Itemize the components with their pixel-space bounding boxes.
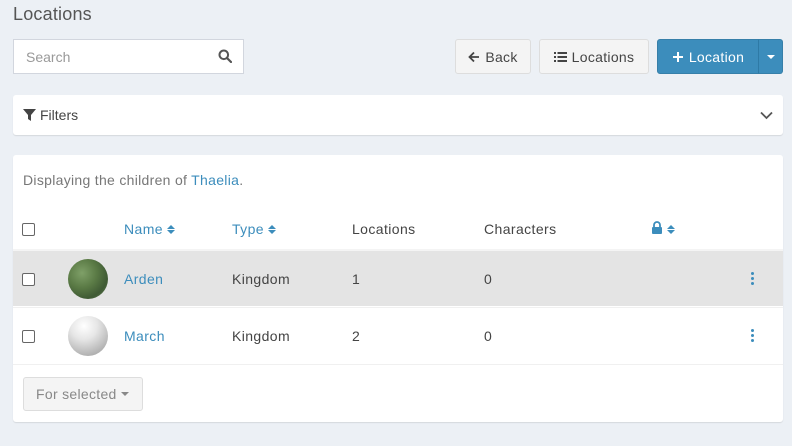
- children-list-box: Displaying the children of Thaelia. Name…: [13, 155, 783, 422]
- location-avatar[interactable]: [68, 316, 108, 356]
- location-type: Kingdom: [232, 328, 291, 344]
- locations-list-button[interactable]: Locations: [539, 39, 649, 74]
- character-count: 0: [484, 271, 493, 287]
- table-row[interactable]: Arden Kingdom 1 0: [13, 249, 783, 306]
- add-location-button[interactable]: Location: [657, 39, 759, 74]
- column-header-locations: Locations: [352, 221, 416, 237]
- location-name-link[interactable]: March: [124, 328, 165, 344]
- table-divider: [13, 364, 783, 365]
- row-checkbox[interactable]: [22, 330, 35, 343]
- page-title: Locations: [13, 4, 92, 24]
- row-actions-icon[interactable]: [751, 329, 754, 342]
- locations-label: Locations: [571, 48, 635, 65]
- column-header-characters: Characters: [484, 221, 556, 237]
- list-icon: [553, 51, 567, 63]
- add-location-label: Location: [688, 48, 745, 65]
- search-box: [13, 39, 244, 74]
- location-avatar[interactable]: [68, 259, 108, 299]
- bulk-actions-button[interactable]: For selected: [23, 377, 143, 411]
- back-button[interactable]: Back: [455, 39, 531, 74]
- search-icon[interactable]: [218, 49, 233, 64]
- arrow-left-icon: [468, 51, 480, 63]
- column-characters-label: Characters: [484, 221, 557, 237]
- location-count: 2: [352, 328, 361, 344]
- sort-icon: [166, 224, 175, 234]
- location-type: Kingdom: [232, 271, 291, 287]
- plus-icon: [672, 51, 684, 63]
- column-locations-label: Locations: [352, 221, 416, 237]
- character-count: 0: [484, 328, 493, 344]
- filters-label: Filters: [40, 107, 79, 123]
- parent-location-link[interactable]: Thaelia: [191, 172, 239, 188]
- description-suffix: .: [239, 172, 244, 188]
- filters-panel[interactable]: Filters: [13, 95, 783, 135]
- column-header-visibility[interactable]: [651, 221, 675, 237]
- filter-icon: [23, 109, 36, 121]
- caret-down-icon: [766, 54, 775, 59]
- add-location-dropdown-toggle[interactable]: [758, 39, 783, 74]
- column-header-name[interactable]: Name: [124, 221, 175, 237]
- sort-icon: [267, 224, 276, 234]
- bulk-actions-label: For selected: [36, 386, 117, 402]
- row-actions-icon[interactable]: [751, 272, 754, 285]
- table-row[interactable]: March Kingdom 2 0: [13, 307, 783, 364]
- select-all-checkbox[interactable]: [22, 223, 35, 236]
- column-header-type[interactable]: Type: [232, 221, 276, 237]
- search-input[interactable]: [14, 40, 204, 73]
- row-checkbox[interactable]: [22, 273, 35, 286]
- location-name-link[interactable]: Arden: [124, 271, 163, 287]
- column-type-label: Type: [232, 221, 264, 237]
- sort-icon: [667, 224, 675, 234]
- lock-icon: [651, 221, 663, 237]
- children-description: Displaying the children of Thaelia.: [23, 172, 243, 188]
- location-count: 1: [352, 271, 361, 287]
- back-label: Back: [485, 48, 518, 65]
- chevron-down-icon[interactable]: [760, 107, 773, 123]
- caret-down-icon: [120, 392, 129, 396]
- column-name-label: Name: [124, 221, 163, 237]
- description-text: Displaying the children of: [23, 172, 192, 188]
